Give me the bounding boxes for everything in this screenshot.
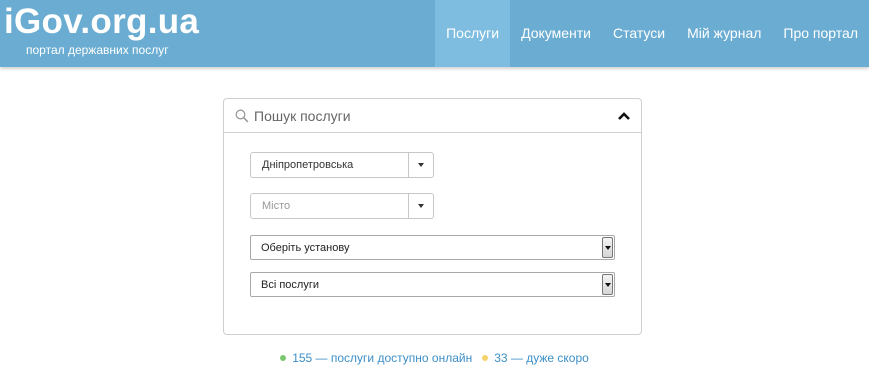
nav-item-documents[interactable]: Документи xyxy=(510,0,602,67)
site-logo[interactable]: iGov.org.ua xyxy=(4,2,199,42)
chevron-up-icon[interactable] xyxy=(616,109,632,123)
services-stats: 155 — послуги доступно онлайн 33 — дуже с… xyxy=(0,351,869,365)
city-placeholder: Місто xyxy=(262,200,291,212)
search-icon xyxy=(235,109,249,123)
site-header: iGov.org.ua портал державних послуг Посл… xyxy=(0,0,869,67)
region-combobox[interactable]: Дніпропетровська xyxy=(250,152,434,178)
soon-dot-icon xyxy=(482,355,489,362)
soon-count[interactable]: 33 — дуже скоро xyxy=(494,351,589,365)
institution-select[interactable]: Оберіть установу xyxy=(250,235,615,260)
region-value: Дніпропетровська xyxy=(262,159,354,171)
nav-item-about[interactable]: Про портал xyxy=(772,0,869,67)
chevron-down-icon[interactable] xyxy=(602,237,613,258)
nav-item-services[interactable]: Послуги xyxy=(435,0,511,67)
main-nav: Послуги Документи Статуси Мій журнал Про… xyxy=(435,0,869,67)
search-input[interactable] xyxy=(254,105,604,127)
online-dot-icon xyxy=(280,355,287,362)
nav-item-my-journal[interactable]: Мій журнал xyxy=(676,0,772,67)
services-select[interactable]: Всі послуги xyxy=(250,272,615,297)
services-value: Всі послуги xyxy=(261,279,319,291)
search-bar xyxy=(224,99,641,133)
region-dropdown-button[interactable] xyxy=(408,153,433,177)
city-combobox[interactable]: Місто xyxy=(250,193,434,219)
online-count[interactable]: 155 — послуги доступно онлайн xyxy=(292,351,472,365)
city-dropdown-button[interactable] xyxy=(408,194,433,218)
chevron-down-icon[interactable] xyxy=(602,274,613,295)
nav-item-statuses[interactable]: Статуси xyxy=(602,0,676,67)
search-panel: Дніпропетровська Місто Оберіть установу … xyxy=(223,98,642,335)
site-tagline: портал державних послуг xyxy=(26,43,169,57)
institution-value: Оберіть установу xyxy=(261,242,350,254)
